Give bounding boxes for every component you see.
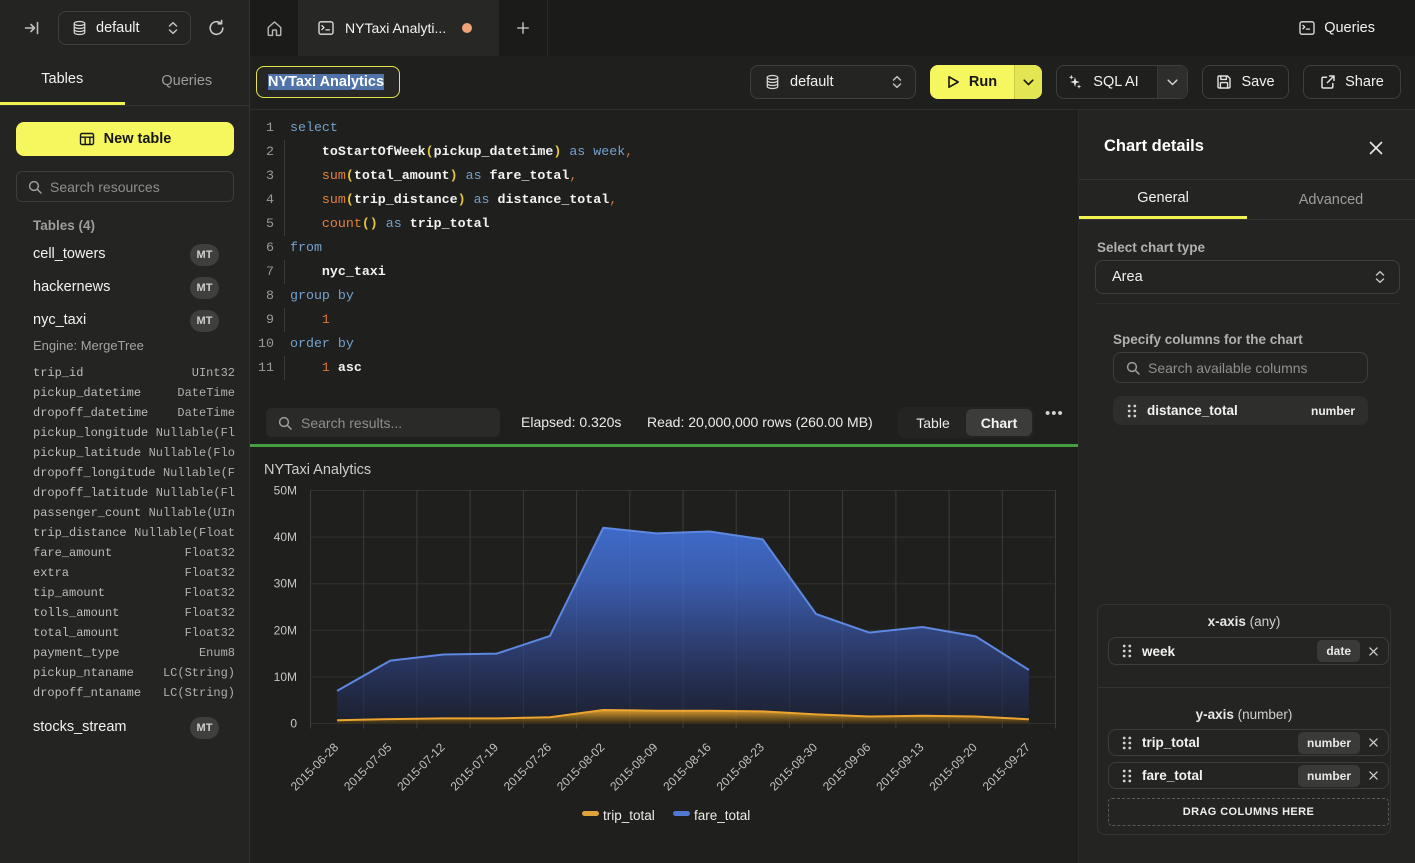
svg-text:trip_total: trip_total — [603, 808, 655, 823]
svg-text:2015-07-12: 2015-07-12 — [394, 740, 448, 794]
svg-text:30M: 30M — [274, 577, 297, 591]
svg-text:2015-08-23: 2015-08-23 — [714, 740, 768, 794]
svg-text:2015-07-26: 2015-07-26 — [501, 740, 555, 794]
svg-text:2015-09-27: 2015-09-27 — [980, 740, 1034, 794]
svg-text:2015-09-20: 2015-09-20 — [927, 740, 981, 794]
svg-text:2015-08-02: 2015-08-02 — [554, 740, 608, 794]
svg-text:10M: 10M — [274, 670, 297, 684]
svg-text:2015-07-19: 2015-07-19 — [448, 740, 502, 794]
svg-text:2015-08-16: 2015-08-16 — [660, 740, 714, 794]
svg-text:50M: 50M — [274, 484, 297, 498]
svg-text:fare_total: fare_total — [694, 808, 750, 823]
svg-text:2015-07-05: 2015-07-05 — [341, 740, 395, 794]
svg-text:20M: 20M — [274, 623, 297, 637]
svg-text:2015-06-28: 2015-06-28 — [288, 740, 342, 794]
svg-text:2015-09-06: 2015-09-06 — [820, 740, 874, 794]
svg-text:NYTaxi Analytics: NYTaxi Analytics — [264, 462, 371, 478]
svg-text:40M: 40M — [274, 530, 297, 544]
svg-text:0: 0 — [290, 717, 297, 731]
svg-text:2015-08-30: 2015-08-30 — [767, 740, 821, 794]
svg-text:2015-08-09: 2015-08-09 — [607, 740, 661, 794]
svg-text:2015-09-13: 2015-09-13 — [873, 740, 927, 794]
